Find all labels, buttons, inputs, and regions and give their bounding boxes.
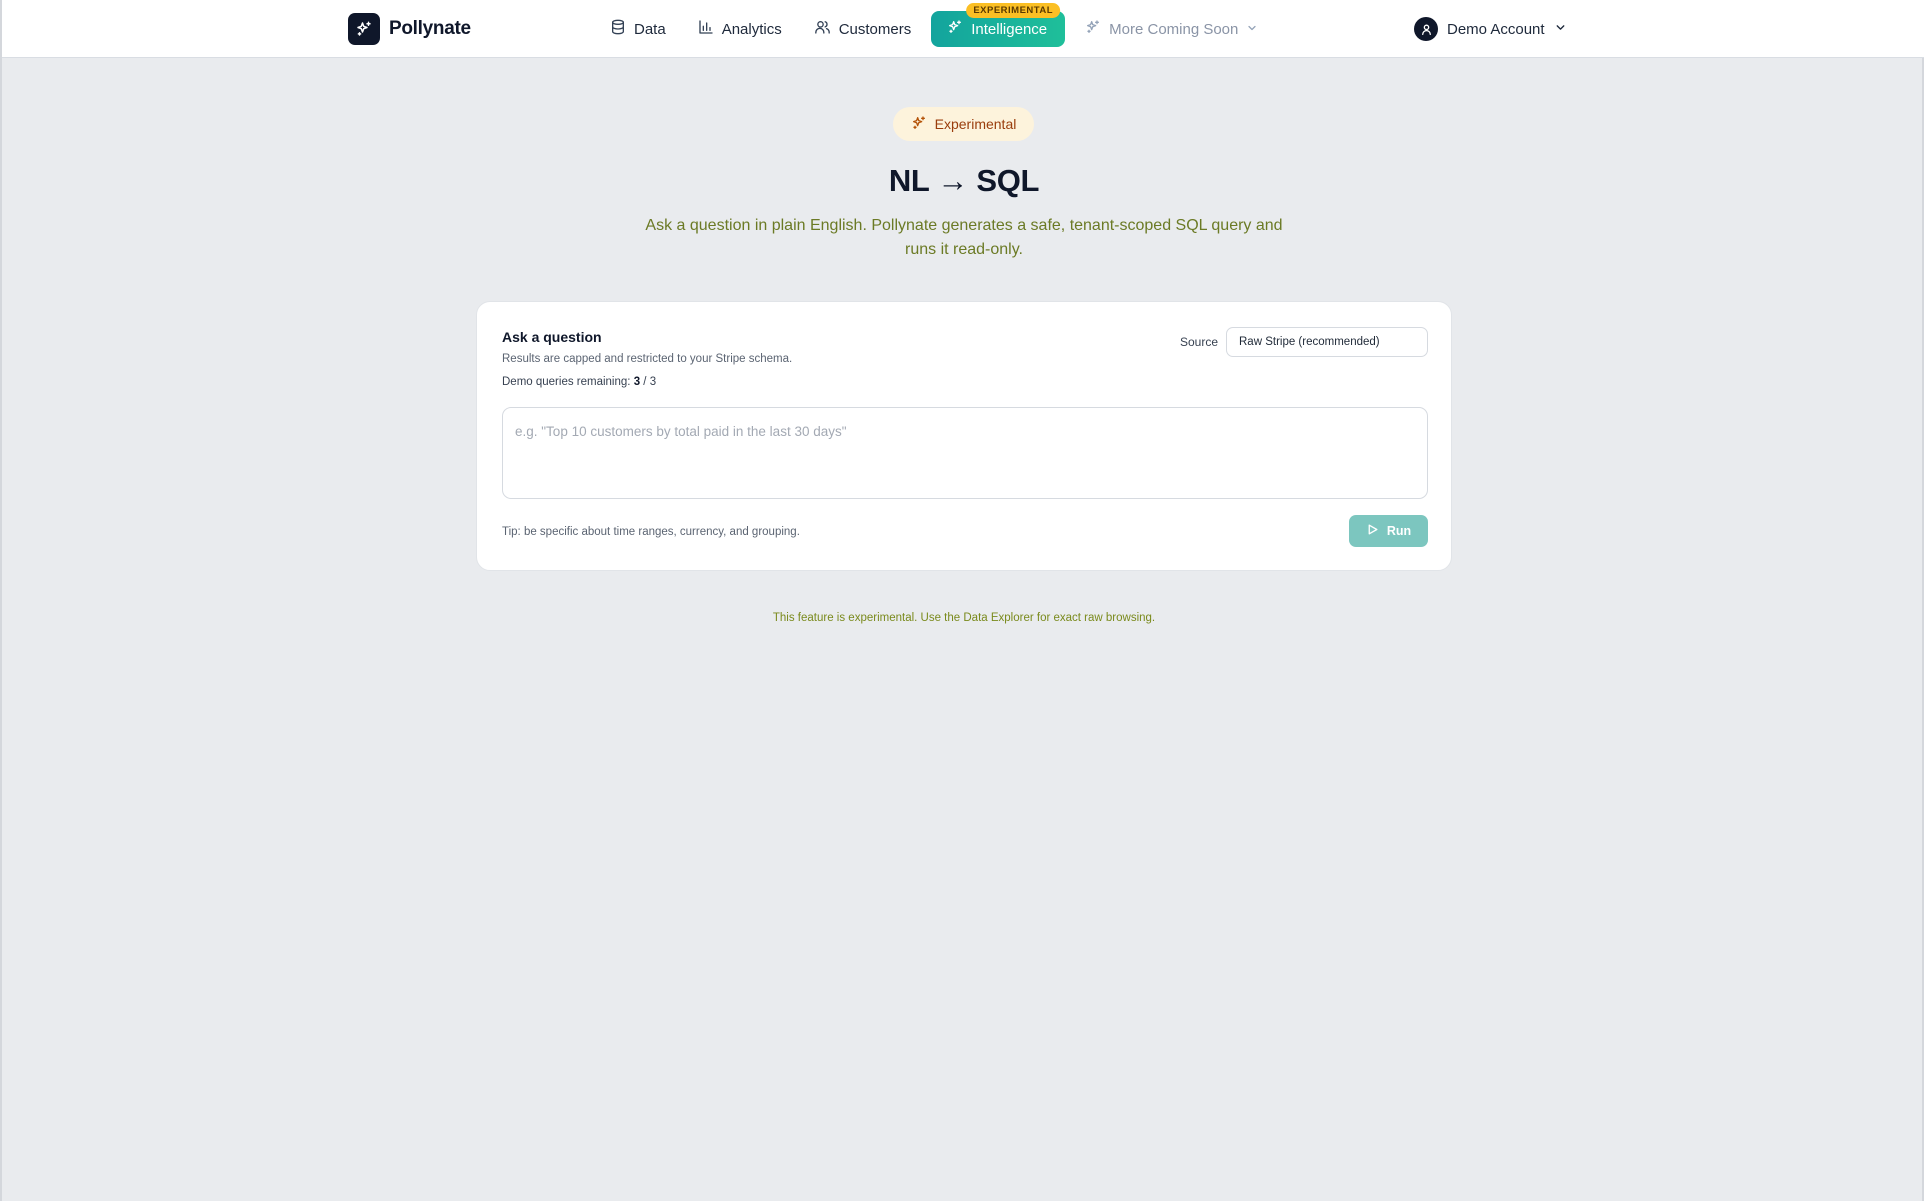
sparkles-icon <box>348 13 380 45</box>
main-nav: Data Analytics Customers EXPERIMENTAL In… <box>598 3 1278 48</box>
nav-item-more-coming-soon[interactable]: More Coming Soon <box>1073 11 1270 47</box>
user-icon <box>1414 17 1438 41</box>
brand-name: Pollynate <box>389 18 471 39</box>
demo-queries-remaining: Demo queries remaining: 3 / 3 <box>502 376 656 388</box>
card-subtitle: Results are capped and restricted to you… <box>502 353 793 365</box>
play-icon <box>1366 523 1379 539</box>
database-icon <box>610 19 626 39</box>
sparkles-icon <box>911 115 927 134</box>
sparkles-icon <box>947 19 963 39</box>
nav-item-label: Customers <box>838 20 912 38</box>
nav-item-intelligence[interactable]: EXPERIMENTAL Intelligence <box>931 3 1066 47</box>
source-label: Source <box>1180 335 1219 349</box>
badge-label: Experimental <box>934 116 1017 132</box>
app-frame: Pollynate Data Analytics Customers EXPER… <box>0 0 1924 1201</box>
quota-prefix: Demo queries remaining: <box>502 376 631 388</box>
account-label: Demo Account <box>1447 20 1545 38</box>
page-subtitle: Ask a question in plain English. Pollyna… <box>645 217 1283 258</box>
card-title: Ask a question <box>502 329 602 345</box>
source-select[interactable]: Raw Stripe (recommended) <box>1226 327 1428 357</box>
bar-chart-icon <box>698 19 714 39</box>
run-label: Run <box>1386 524 1412 538</box>
experimental-tag: EXPERIMENTAL <box>966 3 1061 18</box>
nav-item-label: Data <box>634 20 666 38</box>
quota-separator: / <box>643 376 647 388</box>
nav-item-analytics[interactable]: Analytics <box>686 11 794 47</box>
ask-question-card: Ask a question Results are capped and re… <box>476 301 1452 571</box>
chevron-down-icon <box>1554 21 1567 38</box>
sparkles-icon <box>1085 19 1101 39</box>
account-menu[interactable]: Demo Account <box>1414 17 1567 41</box>
chevron-down-icon <box>1246 21 1258 38</box>
experimental-footer-note: This feature is experimental. Use the Da… <box>772 612 1156 624</box>
brand-home-link[interactable]: Pollynate <box>348 13 471 45</box>
nav-item-data[interactable]: Data <box>598 11 678 47</box>
experimental-badge: Experimental <box>893 107 1034 141</box>
page-title: NL → SQL <box>888 163 1040 198</box>
nav-item-label: Analytics <box>721 20 782 38</box>
tip-text: Tip: be specific about time ranges, curr… <box>502 526 800 538</box>
quota-remaining: 3 <box>633 376 641 388</box>
top-navigation-bar: Pollynate Data Analytics Customers EXPER… <box>2 0 1924 58</box>
nav-item-customers[interactable]: Customers <box>802 11 924 47</box>
quota-total: 3 <box>649 376 657 388</box>
nav-item-label: More Coming Soon <box>1109 20 1239 38</box>
run-button[interactable]: Run <box>1349 515 1428 547</box>
question-input[interactable] <box>502 407 1428 499</box>
nav-item-label: Intelligence <box>971 20 1048 38</box>
source-selected-value: Raw Stripe (recommended) <box>1239 336 1380 348</box>
users-icon <box>814 19 831 39</box>
